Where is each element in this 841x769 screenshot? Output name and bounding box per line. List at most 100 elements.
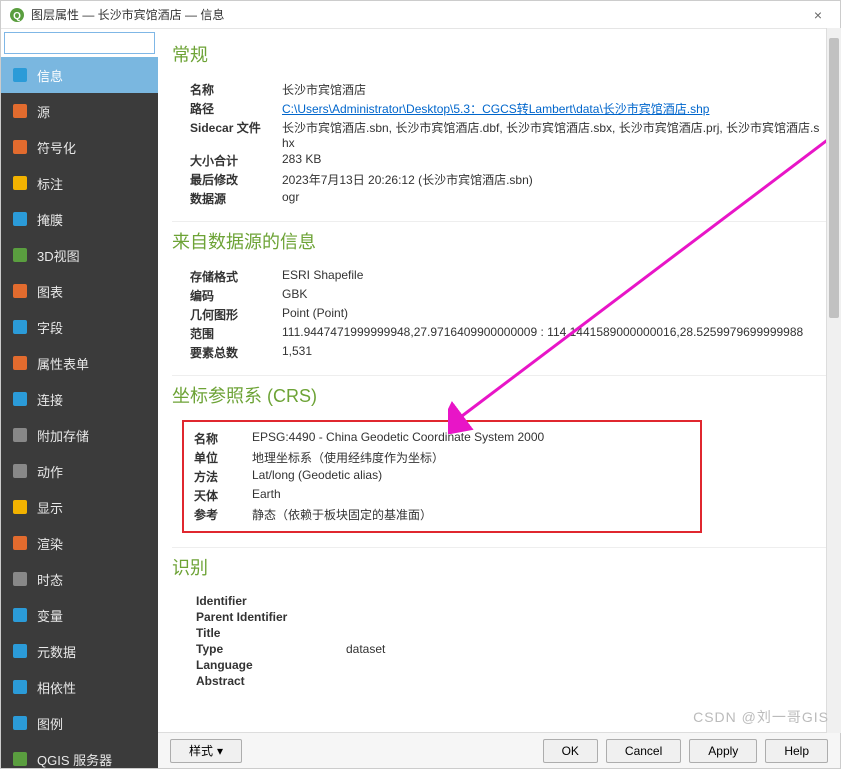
storage-value: ESRI Shapefile [276,268,826,285]
sidebar-item-source[interactable]: 源 [1,93,158,129]
sidebar-item-label: 图表 [37,282,63,301]
form-icon [11,354,29,372]
crs-body-label: 天体 [194,487,246,504]
modified-label: 最后修改 [190,171,276,188]
apply-button[interactable]: Apply [689,739,757,763]
legend-icon [11,714,29,732]
vertical-scrollbar[interactable] [826,28,841,733]
crs-unit-label: 单位 [194,449,246,466]
dialog-window: Q 图层属性 — 长沙市宾馆酒店 — 信息 × 信息源符号化标注掩膜 3D视图图表… [0,0,841,769]
title-value [346,626,826,642]
crs-name-value: EPSG:4490 - China Geodetic Coordinate Sy… [246,430,690,447]
app-icon: Q [9,7,25,23]
sidecar-label: Sidecar 文件 [190,119,276,150]
sidebar-item-label: 元数据 [37,642,76,661]
variable-icon [11,606,29,624]
name-label: 名称 [190,81,276,98]
crs-method-label: 方法 [194,468,246,485]
fields-icon [11,318,29,336]
sidebar-item-storage[interactable]: 附加存储 [1,417,158,453]
sidebar-item-label: 显示 [37,498,63,517]
search-input[interactable] [4,32,155,54]
sidebar-item-temporal[interactable]: 时态 [1,561,158,597]
sidebar-item-label[interactable]: 标注 [1,165,158,201]
crs-ref-label: 参考 [194,506,246,523]
sidebar-item-info[interactable]: 信息 [1,57,158,93]
sidebar-item-join[interactable]: 连接 [1,381,158,417]
close-button[interactable]: × [804,7,832,23]
chart-icon [11,282,29,300]
sidebar-item-legend[interactable]: 图例 [1,705,158,741]
content-scroll[interactable]: 常规 名称长沙市宾馆酒店 路径 C:\Users\Administrator\De… [158,29,840,732]
ok-button[interactable]: OK [543,739,598,763]
cancel-button[interactable]: Cancel [606,739,681,763]
sidebar-item-server[interactable]: QGIS 服务器 [1,741,158,768]
server-icon [11,750,29,768]
crs-highlight-box: 名称EPSG:4490 - China Geodetic Coordinate … [182,420,702,533]
sidebar-item-label: 源 [37,102,50,121]
provider-kv: 存储格式ESRI Shapefile 编码GBK 几何图形Point (Poin… [190,268,826,361]
sidebar-item-label: 连接 [37,390,63,409]
window-title: 图层属性 — 长沙市宾馆酒店 — 信息 [31,6,804,23]
action-icon [11,462,29,480]
info-icon [11,66,29,84]
storage-label: 存储格式 [190,268,276,285]
encoding-value: GBK [276,287,826,304]
abstract-value [346,674,826,690]
scrollbar-thumb[interactable] [829,38,839,318]
style-label: 样式 [189,742,213,759]
source-icon [11,102,29,120]
path-label: 路径 [190,100,276,117]
section-general-title: 常规 [172,35,826,77]
sidebar-item-label: 图例 [37,714,63,733]
body: 信息源符号化标注掩膜 3D视图图表字段属性表单连接附加存储动作显示渲染时态变量元数… [1,29,840,768]
provider-value: ogr [276,190,826,207]
help-button[interactable]: Help [765,739,828,763]
sidebar-item-render[interactable]: 渲染 [1,525,158,561]
modified-value: 2023年7月13日 20:26:12 (长沙市宾馆酒店.sbn) [276,171,826,188]
type-label: Type [196,642,346,656]
sidebar-item-form[interactable]: 属性表单 [1,345,158,381]
sidebar-item-mask[interactable]: 掩膜 [1,201,158,237]
sidebar-item-metadata[interactable]: 元数据 [1,633,158,669]
ident-kv: Identifier Parent Identifier Title Typed… [196,594,826,690]
sidebar-item-label: 信息 [37,66,63,85]
provider-label: 数据源 [190,190,276,207]
chevron-down-icon: ▾ [217,744,223,758]
sidebar-item-label: 附加存储 [37,426,89,445]
crs-kv: 名称EPSG:4490 - China Geodetic Coordinate … [194,430,690,523]
sidebar-item-chart[interactable]: 图表 [1,273,158,309]
sidebar-item-dependency[interactable]: 相依性 [1,669,158,705]
sidebar-item-label: 掩膜 [37,210,63,229]
sidebar-item-display[interactable]: 显示 [1,489,158,525]
sidebar-item-symbol[interactable]: 符号化 [1,129,158,165]
type-value: dataset [346,642,826,658]
size-label: 大小合计 [190,152,276,169]
identifier-value [346,594,826,610]
sidecar-value: 长沙市宾馆酒店.sbn, 长沙市宾馆酒店.dbf, 长沙市宾馆酒店.sbx, 长… [276,119,826,150]
render-icon [11,534,29,552]
display-icon [11,498,29,516]
path-link[interactable]: C:\Users\Administrator\Desktop\5.3：CGCS转… [282,102,709,116]
symbol-icon [11,138,29,156]
content-panel: 常规 名称长沙市宾馆酒店 路径 C:\Users\Administrator\De… [158,29,840,768]
sidebar-item-fields[interactable]: 字段 [1,309,158,345]
crs-body-value: Earth [246,487,690,504]
sidebar-item-label: 字段 [37,318,63,337]
sidebar-item-label: 动作 [37,462,63,481]
style-button[interactable]: 样式 ▾ [170,739,242,763]
name-value: 长沙市宾馆酒店 [276,81,826,98]
sidebar-item-label: 属性表单 [37,354,89,373]
search-wrap [1,29,158,57]
section-crs-title: 坐标参照系 (CRS) [172,375,826,418]
geom-value: Point (Point) [276,306,826,323]
extent-value: 111.9447471999999948,27.9716409900000009… [276,325,826,342]
geom-label: 几何图形 [190,306,276,323]
count-label: 要素总数 [190,344,276,361]
sidebar-item-variable[interactable]: 变量 [1,597,158,633]
sidebar-item-3d[interactable]: 3D视图 [1,237,158,273]
sidebar-item-action[interactable]: 动作 [1,453,158,489]
title-label: Title [196,626,346,640]
encoding-label: 编码 [190,287,276,304]
count-value: 1,531 [276,344,826,361]
